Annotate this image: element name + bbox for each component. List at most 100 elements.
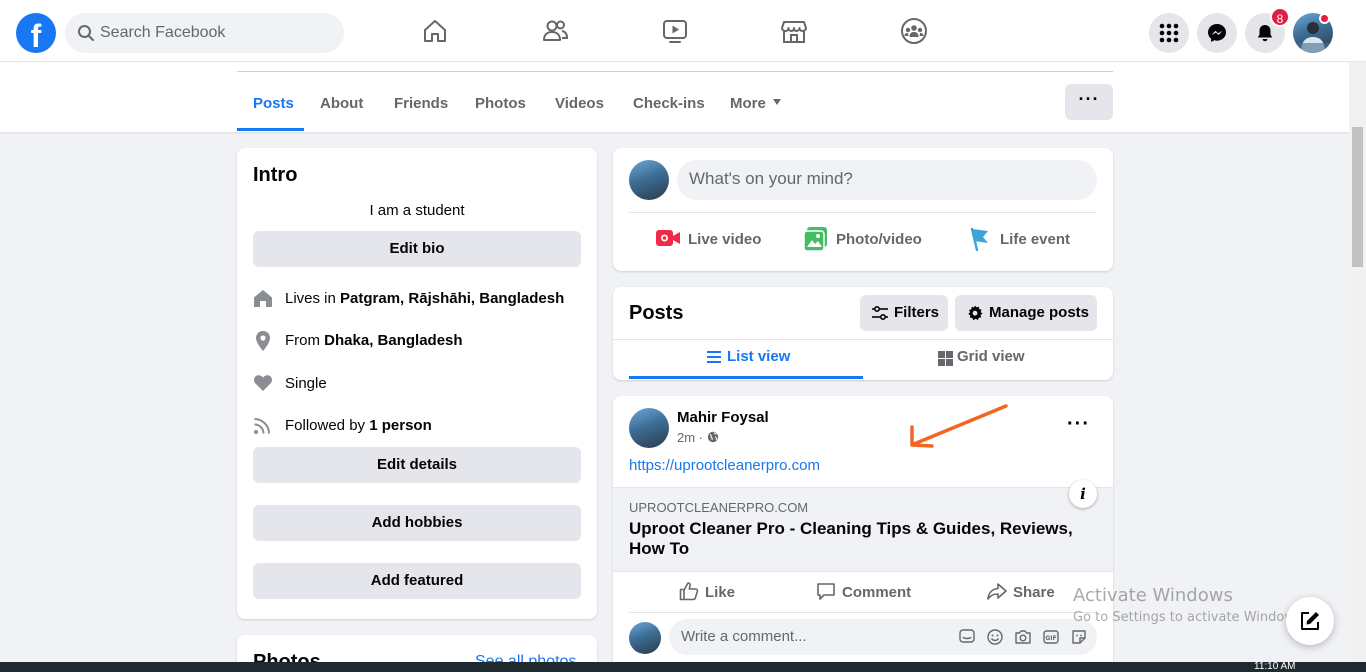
top-navigation-bar: f Search Facebook 8 [0, 0, 1366, 62]
thumbs-up-icon [679, 582, 699, 601]
comment-label: Comment [842, 584, 912, 601]
facebook-logo[interactable]: f [16, 13, 56, 53]
grid-view-icon [938, 351, 953, 366]
photo-video-icon [804, 227, 827, 251]
post-author-name[interactable]: Mahir Foysal [677, 409, 769, 426]
manage-posts-button[interactable]: Manage posts [955, 295, 1097, 331]
divider [629, 612, 1097, 613]
scrollbar-thumb[interactable] [1352, 127, 1363, 267]
gif-icon[interactable]: GIF [1043, 629, 1059, 645]
svg-text:GIF: GIF [1045, 635, 1056, 642]
active-view-indicator [629, 376, 863, 379]
camera-icon[interactable] [1015, 629, 1031, 645]
post-timestamp[interactable]: 2m · [677, 430, 719, 445]
intro-card: Intro I am a student Edit bio Lives in P… [237, 148, 597, 619]
post-time: 2m · [677, 430, 703, 445]
preview-domain: UPROOTCLEANERPRO.COM [629, 500, 809, 515]
list-view-icon [707, 351, 721, 363]
sticker-icon[interactable] [1071, 629, 1087, 645]
add-hobbies-button[interactable]: Add hobbies [253, 505, 581, 541]
search-placeholder: Search Facebook [100, 24, 226, 41]
rss-followers-icon [254, 418, 270, 434]
divider [629, 212, 1097, 213]
caret-down-icon [773, 99, 781, 105]
post-composer-card: What's on your mind? Live video Photo/vi… [613, 148, 1113, 271]
home-icon[interactable] [421, 17, 449, 45]
tab-about[interactable]: About [320, 95, 363, 112]
globe-public-icon [707, 431, 718, 443]
list-view-label: List view [727, 348, 791, 365]
tab-videos[interactable]: Videos [555, 95, 604, 112]
post-link[interactable]: https://uprootcleanerpro.com [629, 457, 820, 474]
search-input[interactable]: Search Facebook [65, 13, 344, 53]
comment-input[interactable]: Write a comment... GIF [669, 619, 1097, 655]
tab-photos[interactable]: Photos [475, 95, 526, 112]
live-video-label: Live video [688, 231, 762, 248]
comment-placeholder: Write a comment... [681, 628, 807, 645]
tab-posts[interactable]: Posts [253, 95, 294, 112]
followers-count-link[interactable]: 1 person [369, 417, 432, 434]
messenger-icon [1208, 24, 1226, 42]
whats-on-your-mind-input[interactable]: What's on your mind? [677, 160, 1097, 200]
new-message-button[interactable] [1286, 597, 1334, 645]
commenter-avatar[interactable] [629, 622, 661, 654]
tab-friends[interactable]: Friends [394, 95, 448, 112]
post-author-avatar[interactable] [629, 408, 669, 448]
post-card: Mahir Foysal 2m · ··· https://uprootclea… [613, 396, 1113, 672]
live-video-icon [656, 230, 680, 246]
composer-avatar[interactable] [629, 160, 669, 200]
edit-bio-button[interactable]: Edit bio [253, 231, 581, 267]
tab-more[interactable]: More [730, 95, 766, 112]
emoji-icon[interactable] [987, 629, 1003, 645]
add-featured-button[interactable]: Add featured [253, 563, 581, 599]
bell-icon [1257, 25, 1273, 42]
filters-button[interactable]: Filters [860, 295, 948, 331]
from-label: From [285, 332, 320, 349]
intro-title: Intro [253, 164, 298, 186]
search-icon [78, 25, 94, 41]
list-view-tab[interactable]: List view [629, 348, 863, 387]
tab-check-ins[interactable]: Check-ins [633, 95, 705, 112]
annotation-arrow [910, 404, 1008, 448]
active-tab-indicator [237, 128, 304, 131]
from-location[interactable]: Dhaka, Bangladesh [324, 332, 462, 349]
lives-in-label: Lives in [285, 290, 336, 307]
notification-badge: 8 [1270, 7, 1290, 27]
info-icon[interactable]: i [1069, 480, 1097, 508]
profile-tab-bar: Posts About Friends Photos Videos Check-… [0, 62, 1349, 132]
marketplace-icon[interactable] [780, 17, 808, 45]
share-icon [987, 583, 1007, 600]
grid-view-label: Grid view [957, 348, 1025, 365]
friends-icon[interactable] [541, 17, 569, 45]
share-label: Share [1013, 584, 1055, 601]
watch-icon[interactable] [661, 17, 689, 45]
divider [613, 339, 1113, 340]
posts-header-card: Posts Filters Manage posts List view Gri… [613, 287, 1113, 380]
menu-button[interactable] [1149, 13, 1189, 53]
heart-icon [254, 375, 272, 391]
photo-video-label: Photo/video [836, 231, 922, 248]
followed-label: Followed by [285, 417, 366, 434]
post-options-button[interactable]: ··· [1067, 413, 1090, 436]
avatar-sticker-icon[interactable] [959, 629, 975, 645]
life-event-flag-icon [970, 227, 988, 251]
comment-icon [817, 583, 835, 600]
like-label: Like [705, 584, 736, 601]
messenger-button[interactable] [1197, 13, 1237, 53]
link-preview[interactable]: UPROOTCLEANERPRO.COM Uproot Cleaner Pro … [613, 487, 1113, 572]
online-indicator [1319, 13, 1330, 24]
bio-text: I am a student [369, 202, 465, 219]
life-event-label: Life event [1000, 231, 1071, 248]
compose-edit-icon [1301, 612, 1319, 630]
home-icon [254, 290, 272, 307]
page-scrollbar[interactable] [1349, 62, 1366, 662]
manage-posts-label: Manage posts [989, 304, 1090, 321]
windows-taskbar [0, 662, 1366, 672]
grid-view-tab[interactable]: Grid view [863, 348, 1097, 387]
profile-options-button[interactable]: ··· [1065, 84, 1113, 120]
lives-in-location[interactable]: Patgram, Rājshāhi, Bangladesh [340, 290, 564, 307]
edit-details-button[interactable]: Edit details [253, 447, 581, 483]
filters-icon [872, 306, 888, 320]
groups-icon[interactable] [900, 17, 928, 45]
posts-title: Posts [629, 302, 684, 324]
